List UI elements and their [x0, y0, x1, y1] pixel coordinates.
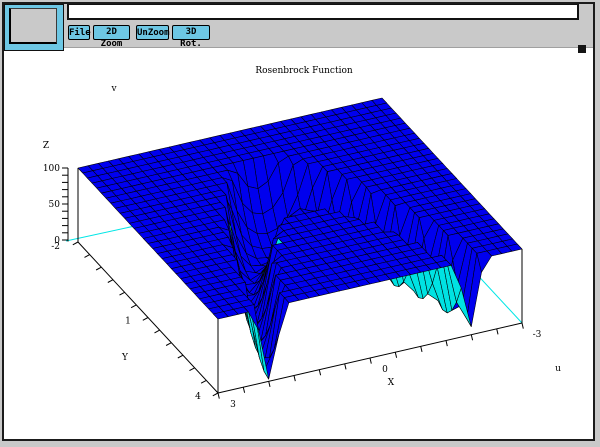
x-axis-tick	[471, 335, 472, 341]
y-axis-tick	[96, 267, 101, 270]
z-tick-label: -2	[51, 242, 60, 252]
corner-panel-inset	[9, 8, 57, 44]
y-axis-tick	[143, 318, 148, 321]
x-axis-tick	[497, 329, 498, 335]
x-axis-tick	[319, 370, 320, 376]
y-axis-tick	[85, 255, 90, 258]
rot-3d-button[interactable]: 3D Rot.	[172, 25, 210, 40]
x-axis-label: X	[388, 378, 395, 388]
y-tick-label: 1	[125, 316, 131, 326]
x-tick-label: -3	[533, 330, 542, 340]
x-axis-tick	[294, 376, 295, 382]
y-axis-tick	[155, 330, 160, 333]
x-axis-tick	[345, 364, 346, 370]
x-axis-tick	[370, 358, 371, 364]
y-tick-label: 4	[195, 392, 201, 402]
y-axis-tick	[108, 280, 113, 283]
x-axis-tick	[522, 323, 523, 329]
y-axis-tick	[120, 292, 125, 295]
plot-canvas: 1430-3100500-2XYZuvRosenbrock Function	[0, 0, 600, 447]
x-axis-tick	[421, 346, 422, 352]
y-axis-tick	[166, 343, 171, 346]
u-param-label: u	[555, 364, 561, 374]
v-param-label: v	[110, 84, 117, 94]
graphics-window: { "window": { "message_field_value": "",…	[0, 0, 600, 447]
y-axis-tick	[201, 380, 206, 383]
x-axis-tick	[395, 352, 396, 358]
z-axis-label: Z	[43, 141, 49, 151]
x-axis-tick	[269, 381, 270, 387]
file-button[interactable]: File	[68, 25, 90, 40]
message-field[interactable]	[67, 3, 579, 20]
x-tick-label: 0	[382, 365, 388, 375]
x-axis-tick	[446, 341, 447, 347]
surface-mesh	[78, 98, 522, 379]
plot-title: Rosenbrock Function	[255, 66, 353, 76]
unzoom-button[interactable]: UnZoom	[136, 25, 169, 40]
y-axis-tick	[213, 393, 218, 396]
y-axis-tick	[190, 368, 195, 371]
x-tick-label: 3	[230, 400, 236, 410]
y-axis-tick	[73, 242, 78, 245]
corner-panel	[4, 4, 64, 51]
z-tick-label: 50	[49, 200, 61, 210]
y-axis-tick	[131, 305, 136, 308]
z-tick-label: 100	[43, 164, 60, 174]
x-axis-tick	[218, 393, 219, 399]
x-axis-tick	[243, 387, 244, 393]
y-axis-label: Y	[121, 353, 129, 363]
zoom-2d-button[interactable]: 2D Zoom	[93, 25, 130, 40]
resize-grip[interactable]	[578, 45, 586, 53]
y-axis-tick	[178, 355, 183, 358]
